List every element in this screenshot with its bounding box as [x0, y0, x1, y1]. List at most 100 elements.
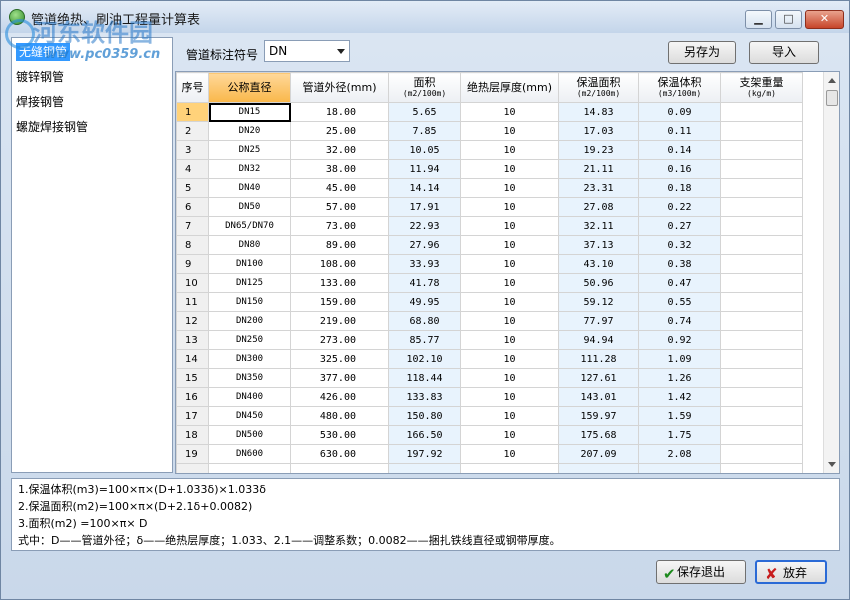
- table-cell[interactable]: 10: [460, 425, 559, 445]
- table-cell[interactable]: [720, 292, 803, 312]
- pipe-type-list[interactable]: 无缝钢管 镀锌钢管 焊接钢管 螺旋焊接钢管: [11, 37, 173, 473]
- column-header[interactable]: 保温面积 (m2/100m): [558, 72, 639, 103]
- table-cell[interactable]: 133.83: [388, 387, 461, 407]
- table-row[interactable]: 18 DN500 530.00 166.50 10 175.68 1.75: [176, 425, 803, 445]
- table-cell[interactable]: 27.96: [388, 235, 461, 255]
- table-cell[interactable]: 0.92: [638, 330, 721, 350]
- table-cell[interactable]: 143.01: [558, 387, 639, 407]
- table-row[interactable]: 13 DN250 273.00 85.77 10 94.94 0.92: [176, 330, 803, 350]
- table-cell[interactable]: [720, 463, 803, 473]
- table-cell[interactable]: 10: [460, 273, 559, 293]
- table-cell[interactable]: 0.27: [638, 216, 721, 236]
- table-cell[interactable]: 108.00: [290, 254, 389, 274]
- table-cell[interactable]: 38.00: [290, 159, 389, 179]
- table-cell[interactable]: 32.00: [290, 140, 389, 160]
- table-cell[interactable]: 89.00: [290, 235, 389, 255]
- scrollbar-thumb[interactable]: [826, 90, 838, 106]
- scroll-down-icon[interactable]: [828, 462, 836, 467]
- table-cell[interactable]: DN32: [208, 159, 291, 179]
- table-cell[interactable]: 45.00: [290, 178, 389, 198]
- table-row[interactable]: 12 DN200 219.00 68.80 10 77.97 0.74: [176, 311, 803, 331]
- table-row[interactable]: 2 DN20 25.00 7.85 10 17.03 0.11: [176, 121, 803, 141]
- discard-button[interactable]: ✘ 放弃: [755, 560, 827, 584]
- table-cell[interactable]: [720, 387, 803, 407]
- table-cell[interactable]: 85.77: [388, 330, 461, 350]
- table-cell[interactable]: 14.83: [558, 102, 639, 122]
- table-cell[interactable]: 325.00: [290, 349, 389, 369]
- table-cell[interactable]: [720, 235, 803, 255]
- table-cell[interactable]: [720, 273, 803, 293]
- table-cell[interactable]: 17.91: [388, 197, 461, 217]
- table-cell[interactable]: 57.00: [290, 197, 389, 217]
- table-cell[interactable]: 50.96: [558, 273, 639, 293]
- table-cell[interactable]: 630.00: [290, 444, 389, 464]
- table-cell[interactable]: DN25: [208, 140, 291, 160]
- pipe-type-item[interactable]: 螺旋焊接钢管: [16, 118, 88, 136]
- table-cell[interactable]: DN200: [208, 311, 291, 331]
- table-row[interactable]: 1 DN15 18.00 5.65 10 14.83 0.09: [176, 102, 803, 122]
- table-cell[interactable]: 480.00: [290, 406, 389, 426]
- table-row[interactable]: 14 DN300 325.00 102.10 10 111.28 1.09: [176, 349, 803, 369]
- table-row[interactable]: 19 DN600 630.00 197.92 10 207.09 2.08: [176, 444, 803, 464]
- table-row[interactable]: 4 DN32 38.00 11.94 10 21.11 0.16: [176, 159, 803, 179]
- table-cell[interactable]: 0.18: [638, 178, 721, 198]
- table-cell[interactable]: 0.11: [638, 121, 721, 141]
- chevron-down-icon[interactable]: [337, 49, 345, 54]
- table-cell[interactable]: 159.97: [558, 406, 639, 426]
- maximize-button[interactable]: □: [775, 10, 802, 29]
- table-cell[interactable]: 10: [460, 102, 559, 122]
- table-cell[interactable]: 0.47: [638, 273, 721, 293]
- table-cell[interactable]: 10: [460, 406, 559, 426]
- table-cell[interactable]: 10: [460, 387, 559, 407]
- table-cell[interactable]: DN20: [208, 121, 291, 141]
- table-cell[interactable]: 102.10: [388, 349, 461, 369]
- table-cell[interactable]: [720, 197, 803, 217]
- table-cell[interactable]: DN500: [208, 425, 291, 445]
- table-row[interactable]: 3 DN25 32.00 10.05 10 19.23 0.14: [176, 140, 803, 160]
- minimize-button[interactable]: ▁: [745, 10, 772, 29]
- table-cell[interactable]: 25.00: [290, 121, 389, 141]
- table-cell[interactable]: [290, 463, 389, 473]
- table-cell[interactable]: 7.85: [388, 121, 461, 141]
- table-cell[interactable]: 49.95: [388, 292, 461, 312]
- table-cell[interactable]: 10: [460, 197, 559, 217]
- table-cell[interactable]: [720, 349, 803, 369]
- table-cell[interactable]: 530.00: [290, 425, 389, 445]
- table-row[interactable]: 15 DN350 377.00 118.44 10 127.61 1.26: [176, 368, 803, 388]
- table-cell[interactable]: 10: [460, 254, 559, 274]
- save-as-button[interactable]: 另存为: [668, 41, 736, 64]
- scroll-up-icon[interactable]: [828, 78, 836, 83]
- table-cell[interactable]: 2.08: [638, 444, 721, 464]
- table-cell[interactable]: 5.65: [388, 102, 461, 122]
- table-cell[interactable]: 14.14: [388, 178, 461, 198]
- table-cell[interactable]: DN450: [208, 406, 291, 426]
- table-cell[interactable]: 0.14: [638, 140, 721, 160]
- table-row[interactable]: [176, 463, 803, 473]
- table-cell[interactable]: [720, 159, 803, 179]
- table-cell[interactable]: DN40: [208, 178, 291, 198]
- table-cell[interactable]: 111.28: [558, 349, 639, 369]
- table-cell[interactable]: [720, 140, 803, 160]
- table-cell[interactable]: 197.92: [388, 444, 461, 464]
- table-row[interactable]: 7 DN65/DN70 73.00 22.93 10 32.11 0.27: [176, 216, 803, 236]
- pipe-type-item[interactable]: 无缝钢管: [16, 43, 71, 61]
- table-cell[interactable]: 127.61: [558, 368, 639, 388]
- table-cell[interactable]: 0.16: [638, 159, 721, 179]
- table-cell[interactable]: 37.13: [558, 235, 639, 255]
- table-cell[interactable]: 77.97: [558, 311, 639, 331]
- table-row[interactable]: 5 DN40 45.00 14.14 10 23.31 0.18: [176, 178, 803, 198]
- table-cell[interactable]: [558, 463, 639, 473]
- table-cell[interactable]: 23.31: [558, 178, 639, 198]
- table-cell[interactable]: [720, 311, 803, 331]
- table-cell[interactable]: [720, 102, 803, 122]
- table-cell[interactable]: 10: [460, 235, 559, 255]
- table-cell[interactable]: 10: [460, 311, 559, 331]
- table-cell[interactable]: 10: [460, 368, 559, 388]
- table-cell[interactable]: 94.94: [558, 330, 639, 350]
- column-header[interactable]: 序号: [176, 72, 209, 103]
- table-cell[interactable]: 10: [460, 330, 559, 350]
- table-row[interactable]: 11 DN150 159.00 49.95 10 59.12 0.55: [176, 292, 803, 312]
- table-row[interactable]: 16 DN400 426.00 133.83 10 143.01 1.42: [176, 387, 803, 407]
- table-cell[interactable]: 219.00: [290, 311, 389, 331]
- table-cell[interactable]: DN125: [208, 273, 291, 293]
